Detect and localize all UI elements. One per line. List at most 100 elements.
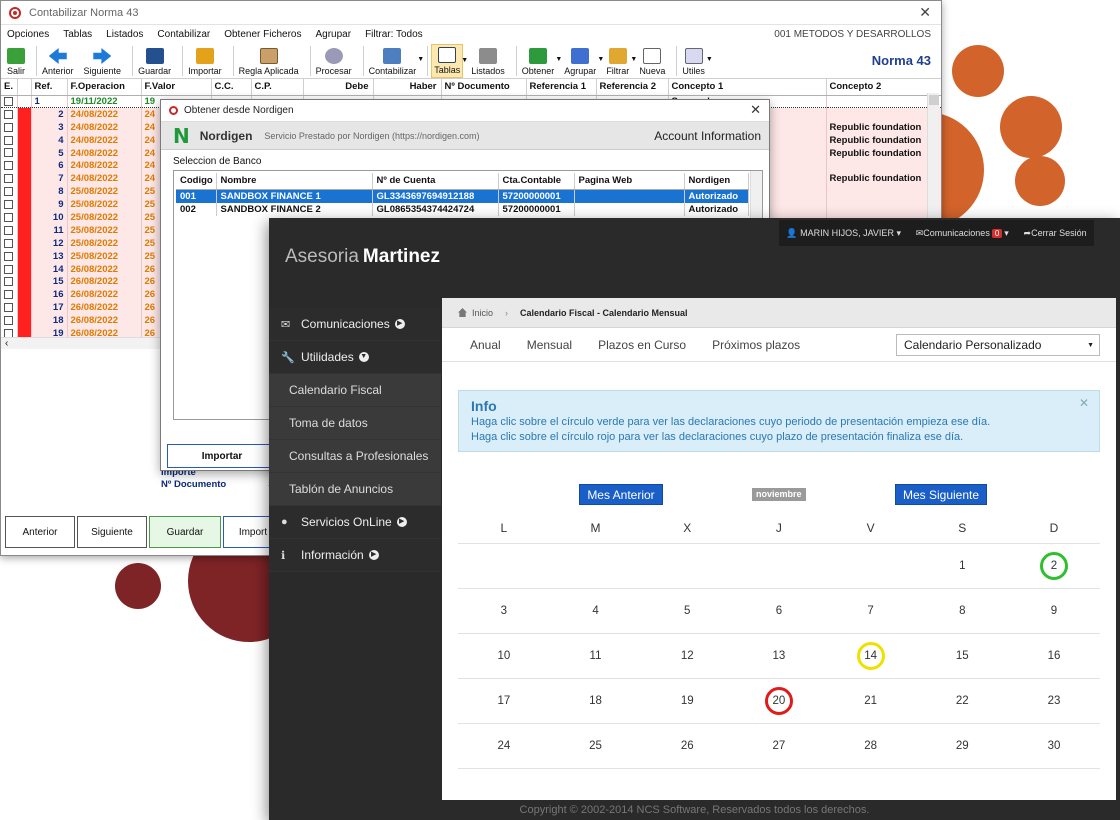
row-checkbox[interactable]	[1, 249, 18, 263]
tab-plazos-curso[interactable]: Plazos en Curso	[598, 338, 686, 352]
sidebar-item-comunicaciones[interactable]: ✉ Comunicaciones ▶	[269, 308, 441, 341]
sidebar-item-consultas[interactable]: Consultas a Profesionales	[269, 440, 441, 473]
calendar-day[interactable]: 2	[1008, 544, 1100, 588]
calendar-day[interactable]: 7	[825, 589, 917, 633]
calendar-day[interactable]: 8	[916, 589, 1008, 633]
tab-mensual[interactable]: Mensual	[527, 338, 572, 352]
row-checkbox[interactable]	[1, 185, 18, 199]
col-cta-contable[interactable]: Cta.Contable	[498, 173, 575, 190]
calendar-select[interactable]: Calendario Personalizado ▼	[896, 334, 1100, 356]
anterior-bottom-button[interactable]: Anterior	[5, 516, 75, 548]
row-checkbox[interactable]	[1, 275, 18, 289]
importar-dialog-button[interactable]: Importar	[167, 444, 277, 468]
prev-month-button[interactable]: Mes Anterior	[579, 484, 663, 505]
col-documento[interactable]: Nº Documento	[441, 79, 527, 96]
utiles-button[interactable]: Utiles ▼	[680, 44, 713, 78]
calendar-day[interactable]: 23	[1008, 679, 1100, 723]
siguiente-button[interactable]: Siguiente	[82, 44, 124, 78]
red-circle-marker[interactable]: 20	[764, 687, 793, 715]
row-checkbox[interactable]	[1, 146, 18, 160]
calendar-day[interactable]: 9	[1008, 589, 1100, 633]
tab-anual[interactable]: Anual	[470, 338, 501, 352]
row-checkbox[interactable]	[1, 133, 18, 147]
col-concepto2[interactable]: Concepto 2	[826, 79, 941, 96]
row-checkbox[interactable]	[1, 107, 18, 121]
menu-tablas[interactable]: Tablas	[63, 29, 92, 40]
calendar-day[interactable]: 30	[1008, 724, 1100, 768]
calendar-day[interactable]: 17	[458, 679, 550, 723]
chevron-down-icon[interactable]: ▼	[630, 56, 637, 63]
scroll-up-icon[interactable]	[929, 95, 939, 105]
calendar-day[interactable]: 1	[916, 544, 1008, 588]
chevron-down-icon[interactable]: ▼	[597, 56, 604, 63]
calendar-day[interactable]: 14	[825, 634, 917, 678]
row-checkbox[interactable]	[1, 94, 18, 109]
green-circle-marker[interactable]: 2	[1039, 552, 1068, 580]
col-referencia2[interactable]: Referencia 2	[596, 79, 669, 96]
calendar-day[interactable]: 20	[733, 679, 825, 723]
nueva-button[interactable]: Nueva	[637, 44, 667, 78]
chevron-down-icon[interactable]: ▼	[555, 56, 562, 63]
menu-contabilizar[interactable]: Contabilizar	[157, 29, 210, 40]
row-checkbox[interactable]	[1, 236, 18, 250]
row-checkbox[interactable]	[1, 288, 18, 302]
procesar-button[interactable]: Procesar	[314, 44, 354, 78]
calendar-day[interactable]: 25	[550, 724, 642, 768]
row-checkbox[interactable]	[1, 262, 18, 276]
col-debe[interactable]: Debe	[303, 79, 374, 96]
guardar-button[interactable]: Guardar	[136, 44, 173, 78]
row-checkbox[interactable]	[1, 198, 18, 212]
col-concepto1[interactable]: Concepto 1	[668, 79, 827, 96]
bank-row-selected[interactable]: 001 SANDBOX FINANCE 1 GL3343697694912188…	[176, 189, 749, 203]
col-pagina-web[interactable]: Pagina Web	[574, 173, 685, 190]
calendar-day[interactable]: 19	[641, 679, 733, 723]
col-ref[interactable]: Ref.	[31, 79, 68, 96]
calendar-day[interactable]: 22	[916, 679, 1008, 723]
chevron-down-icon[interactable]: ▼	[706, 56, 713, 63]
menu-opciones[interactable]: Opciones	[7, 29, 49, 40]
calendar-day[interactable]: 5	[641, 589, 733, 633]
col-foperacion[interactable]: F.Operacion	[67, 79, 142, 96]
bank-row[interactable]: 002 SANDBOX FINANCE 2 GL0865354374424724…	[176, 202, 749, 216]
col-cuenta[interactable]: Nº de Cuenta	[372, 173, 499, 190]
col-haber[interactable]: Haber	[373, 79, 442, 96]
chevron-down-icon[interactable]: ▼	[461, 57, 468, 64]
calendar-day[interactable]: 11	[550, 634, 642, 678]
row-checkbox[interactable]	[1, 314, 18, 328]
menu-filtrar[interactable]: Filtrar: Todos	[365, 29, 423, 40]
obtener-button[interactable]: Obtener ▼	[520, 44, 562, 78]
tablas-button[interactable]: Tablas ▼	[431, 44, 468, 78]
calendar-day[interactable]: 24	[458, 724, 550, 768]
tab-proximos-plazos[interactable]: Próximos plazos	[712, 338, 800, 352]
row-checkbox[interactable]	[1, 223, 18, 237]
calendar-day[interactable]: 28	[825, 724, 917, 768]
menu-obtener-ficheros[interactable]: Obtener Ficheros	[224, 29, 301, 40]
calendar-day[interactable]: 18	[550, 679, 642, 723]
col-codigo[interactable]: Codigo	[176, 173, 217, 190]
calendar-day[interactable]: 16	[1008, 634, 1100, 678]
calendar-day[interactable]: 4	[550, 589, 642, 633]
calendar-day[interactable]: 10	[458, 634, 550, 678]
sidebar-item-calendario-fiscal[interactable]: Calendario Fiscal	[269, 374, 441, 407]
yellow-circle-marker[interactable]: 14	[856, 642, 885, 670]
col-cp[interactable]: C.P.	[251, 79, 304, 96]
sidebar-item-servicios-online[interactable]: ● Servicios OnLine ▶	[269, 506, 441, 539]
agrupar-button[interactable]: Agrupar ▼	[562, 44, 604, 78]
col-cc[interactable]: C.C.	[211, 79, 252, 96]
calendar-day[interactable]: 26	[641, 724, 733, 768]
col-e[interactable]: E.	[1, 79, 18, 96]
menu-listados[interactable]: Listados	[106, 29, 143, 40]
scroll-left-icon[interactable]: ‹	[5, 338, 8, 349]
row-checkbox[interactable]	[1, 159, 18, 173]
salir-button[interactable]: Salir	[5, 44, 27, 78]
menu-agrupar[interactable]: Agrupar	[315, 29, 351, 40]
comunicaciones-menu[interactable]: ✉Comunicaciones 0 ▾	[916, 228, 1009, 239]
col-nordigen[interactable]: Nordigen	[684, 173, 749, 190]
regla-aplicada-button[interactable]: Regla Aplicada	[237, 44, 301, 78]
row-checkbox[interactable]	[1, 301, 18, 315]
breadcrumb-home[interactable]: Inicio	[472, 308, 493, 318]
chevron-down-icon[interactable]: ▼	[417, 56, 424, 63]
sidebar-item-utilidades[interactable]: 🔧 Utilidades ▼	[269, 341, 441, 374]
col-fvalor[interactable]: F.Valor	[141, 79, 212, 96]
contabilizar-button[interactable]: Contabilizar ▼	[367, 44, 424, 78]
